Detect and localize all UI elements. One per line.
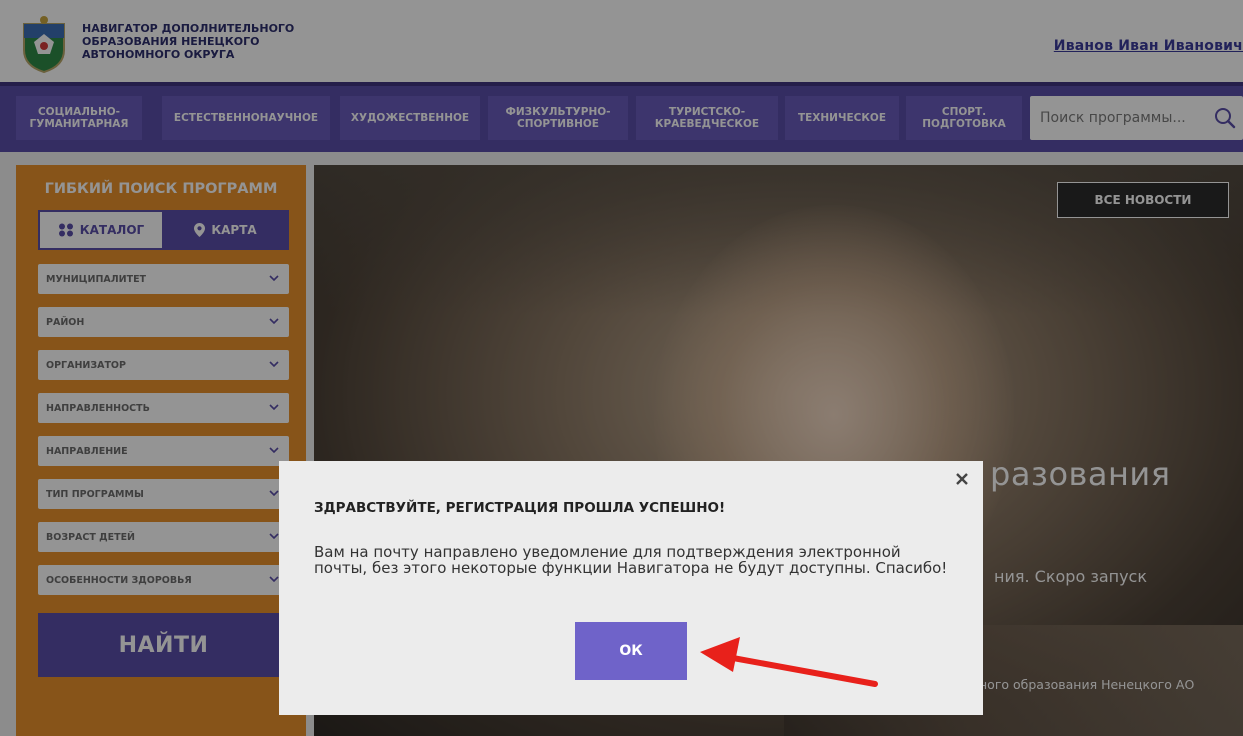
dialog-title: ЗДРАВСТВУЙТЕ, РЕГИСТРАЦИЯ ПРОШЛА УСПЕШНО… xyxy=(314,500,726,516)
close-icon[interactable] xyxy=(954,471,970,487)
dialog-message: Вам на почту направлено уведомление для … xyxy=(314,543,948,577)
ok-button[interactable]: ОК xyxy=(575,622,687,680)
registration-success-dialog: ЗДРАВСТВУЙТЕ, РЕГИСТРАЦИЯ ПРОШЛА УСПЕШНО… xyxy=(279,461,983,715)
